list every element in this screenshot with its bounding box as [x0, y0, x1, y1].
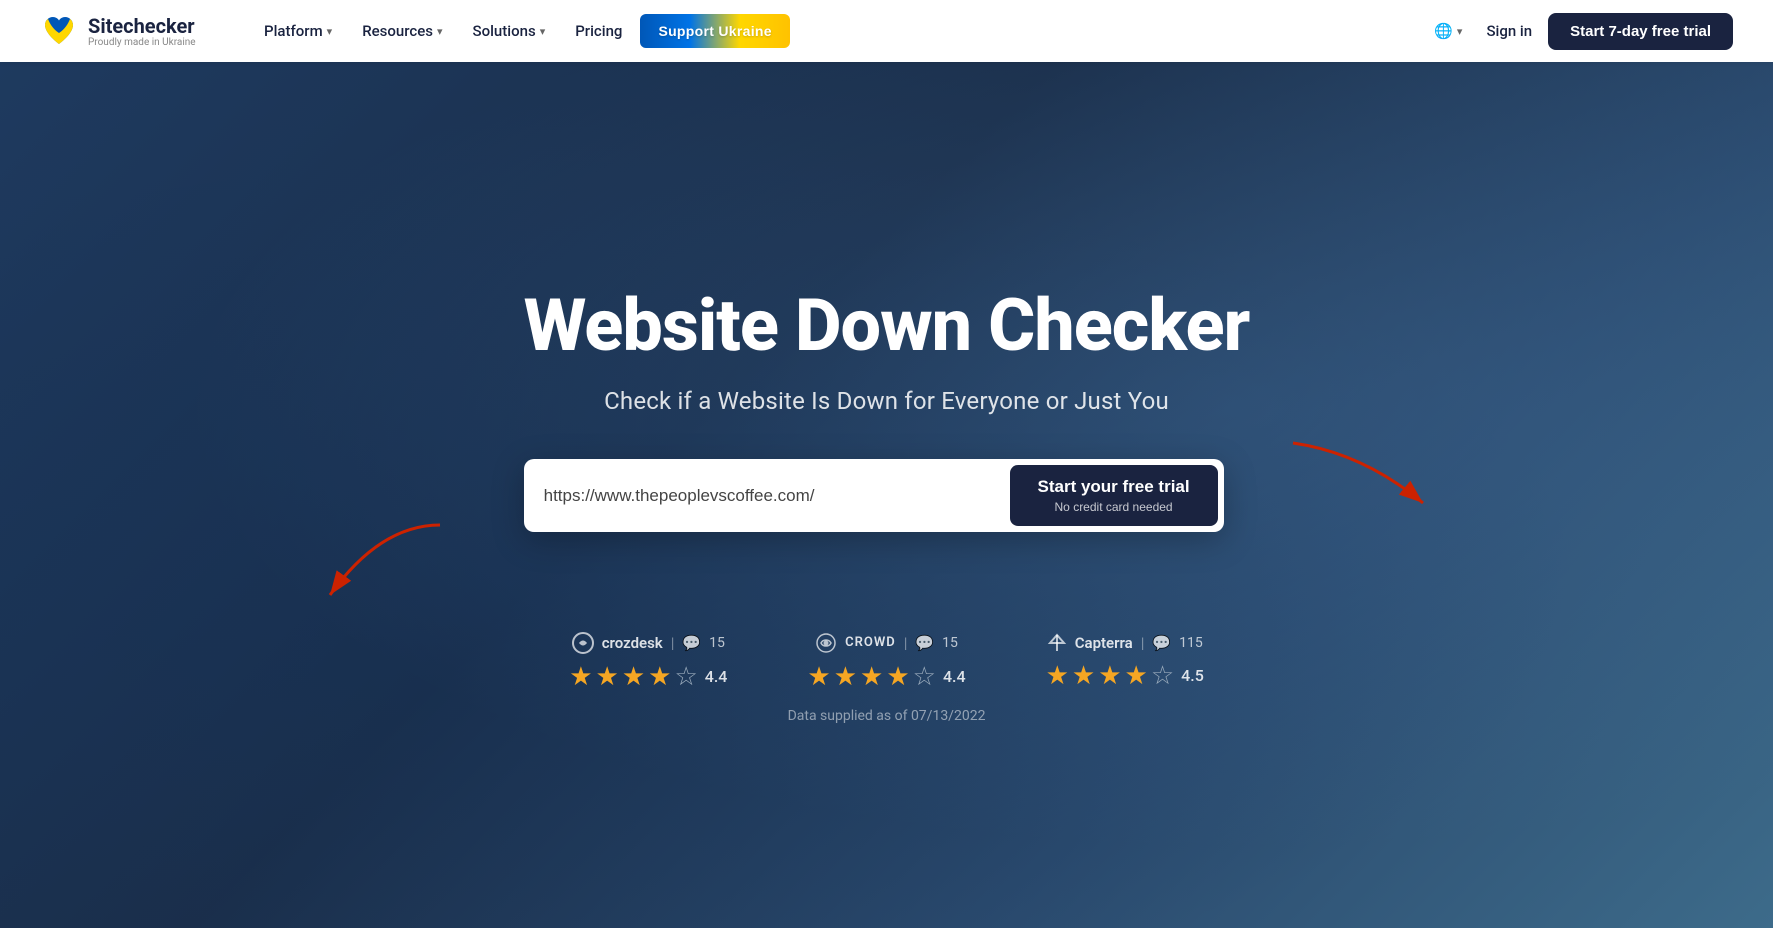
chevron-down-icon: ▾ — [1457, 25, 1463, 38]
crowd-stars: ★ ★ ★ ★ ☆ 4.4 — [807, 662, 965, 692]
support-ukraine-button[interactable]: Support Ukraine — [640, 14, 789, 48]
hero-section: Website Down Checker Check if a Website … — [0, 62, 1773, 928]
crowd-icon — [815, 632, 837, 654]
capterra-icon — [1047, 633, 1067, 653]
nav-resources[interactable]: Resources ▾ — [350, 14, 454, 48]
logo-text: Sitechecker Proudly made in Ukraine — [88, 15, 196, 48]
capterra-header: Capterra | 💬 115 — [1047, 633, 1203, 653]
nav-pricing[interactable]: Pricing — [563, 14, 634, 48]
crowd-header: CROWD | 💬 15 — [815, 632, 958, 654]
ratings-section: crozdesk | 💬 15 ★ ★ ★ ★ ☆ 4.4 — [569, 632, 1204, 692]
nav-right: 🌐 ▾ Sign in Start 7-day free trial — [1426, 13, 1733, 50]
chevron-down-icon: ▾ — [327, 25, 333, 38]
crowd-chat-icon: 💬 — [915, 634, 934, 652]
logo[interactable]: Sitechecker Proudly made in Ukraine — [40, 12, 220, 50]
crozdesk-icon — [572, 632, 594, 654]
cta-button[interactable]: Start your free trial No credit card nee… — [1010, 465, 1218, 525]
hero-content: Website Down Checker Check if a Website … — [524, 286, 1250, 532]
nav-links: Platform ▾ Resources ▾ Solutions ▾ Prici… — [252, 14, 1394, 48]
language-selector[interactable]: 🌐 ▾ — [1426, 16, 1470, 46]
capterra-stars: ★ ★ ★ ★ ☆ 4.5 — [1046, 661, 1204, 691]
crozdesk-chat-icon: 💬 — [682, 634, 701, 652]
cta-main-text: Start your free trial — [1038, 477, 1190, 497]
logo-icon — [40, 12, 78, 50]
rating-capterra: Capterra | 💬 115 ★ ★ ★ ★ ☆ 4.5 — [1046, 633, 1204, 691]
rating-crozdesk: crozdesk | 💬 15 ★ ★ ★ ★ ☆ 4.4 — [569, 632, 727, 692]
chevron-down-icon: ▾ — [437, 25, 443, 38]
url-input[interactable] — [544, 465, 1010, 525]
logo-tagline: Proudly made in Ukraine — [88, 37, 196, 48]
left-arrow-annotation — [290, 515, 450, 615]
nav-solutions[interactable]: Solutions ▾ — [461, 14, 558, 48]
capterra-chat-icon: 💬 — [1152, 634, 1171, 652]
right-arrow-annotation — [1283, 433, 1443, 533]
search-box: Start your free trial No credit card nee… — [524, 459, 1224, 531]
rating-crowd: CROWD | 💬 15 ★ ★ ★ ★ ☆ 4.4 — [807, 632, 965, 692]
cta-sub-text: No credit card needed — [1055, 500, 1173, 514]
navbar: Sitechecker Proudly made in Ukraine Plat… — [0, 0, 1773, 62]
start-trial-button[interactable]: Start 7-day free trial — [1548, 13, 1733, 50]
chevron-down-icon: ▾ — [540, 25, 546, 38]
logo-name: Sitechecker — [88, 15, 196, 37]
crozdesk-header: crozdesk | 💬 15 — [572, 632, 725, 654]
crozdesk-stars: ★ ★ ★ ★ ☆ 4.4 — [569, 662, 727, 692]
data-note: Data supplied as of 07/13/2022 — [788, 708, 986, 724]
hero-subtitle: Check if a Website Is Down for Everyone … — [524, 387, 1250, 415]
nav-platform[interactable]: Platform ▾ — [252, 14, 344, 48]
page-title: Website Down Checker — [524, 286, 1250, 365]
globe-icon: 🌐 — [1434, 22, 1453, 40]
signin-link[interactable]: Sign in — [1486, 22, 1532, 40]
